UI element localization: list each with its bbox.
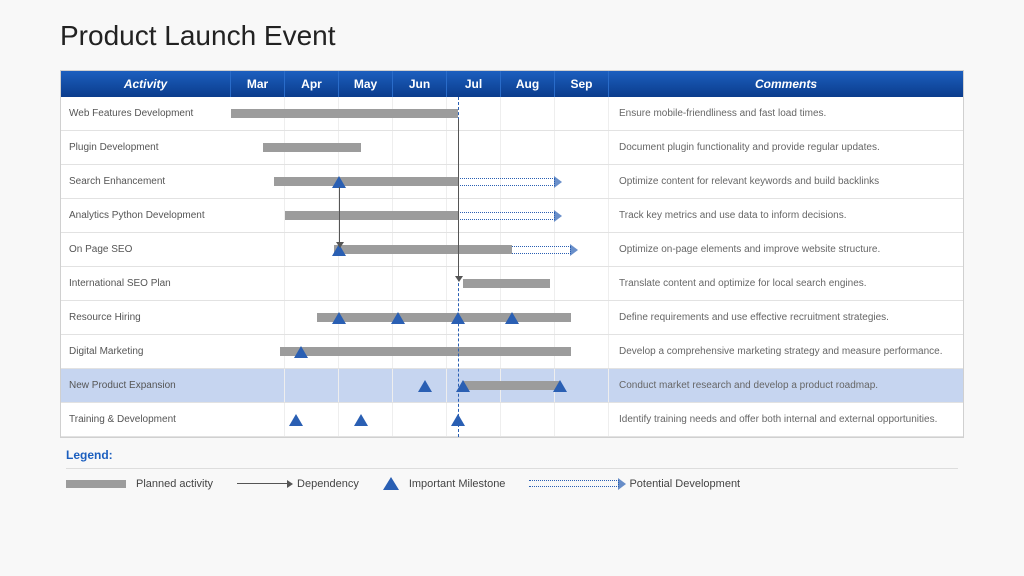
milestone-icon xyxy=(332,312,346,324)
dashed-arrow-icon xyxy=(529,480,619,487)
gantt-rows: Web Features Development Ensure mobile-fr… xyxy=(61,97,963,437)
timeline-cell xyxy=(231,369,609,402)
page-title: Product Launch Event xyxy=(60,20,964,52)
milestone-icon xyxy=(456,380,470,392)
timeline-cell xyxy=(231,131,609,164)
potential-arrow xyxy=(512,246,571,254)
gantt-bar xyxy=(274,177,458,186)
activity-label: Analytics Python Development xyxy=(61,206,231,226)
gantt-bar xyxy=(263,143,360,152)
activity-label: Plugin Development xyxy=(61,138,231,158)
legend-potential: Potential Development xyxy=(529,478,740,490)
comment-text: Document plugin functionality and provid… xyxy=(609,138,963,158)
timeline-cell xyxy=(231,335,609,368)
header-row: Activity Mar Apr May Jun Jul Aug Sep Com… xyxy=(61,71,963,97)
comment-text: Optimize content for relevant keywords a… xyxy=(609,172,963,192)
header-comments: Comments xyxy=(609,71,963,97)
legend-dependency: Dependency xyxy=(237,478,359,490)
header-month: Jun xyxy=(393,71,447,97)
legend-planned: Planned activity xyxy=(66,478,213,490)
legend-label: Planned activity xyxy=(136,478,213,490)
milestone-icon xyxy=(505,312,519,324)
header-month: May xyxy=(339,71,393,97)
activity-label: Search Enhancement xyxy=(61,172,231,192)
milestone-icon xyxy=(294,346,308,358)
header-month: Sep xyxy=(555,71,609,97)
arrow-icon xyxy=(237,483,287,484)
table-row: Training & Development Identify training … xyxy=(61,403,963,437)
legend-label: Important Milestone xyxy=(409,478,506,490)
timeline-cell xyxy=(231,199,609,232)
gantt-bar xyxy=(317,313,571,322)
bar-icon xyxy=(66,480,126,488)
triangle-icon xyxy=(383,477,399,490)
milestone-icon xyxy=(332,176,346,188)
legend-title: Legend: xyxy=(66,448,958,462)
comment-text: Track key metrics and use data to inform… xyxy=(609,206,963,226)
gantt-bar xyxy=(463,279,549,288)
gantt-bar xyxy=(334,245,512,254)
timeline-cell xyxy=(231,301,609,334)
milestone-icon xyxy=(451,414,465,426)
activity-label: Training & Development xyxy=(61,410,231,430)
activity-label: International SEO Plan xyxy=(61,274,231,294)
table-row: International SEO Plan Translate content … xyxy=(61,267,963,301)
comment-text: Translate content and optimize for local… xyxy=(609,274,963,294)
activity-label: Resource Hiring xyxy=(61,308,231,328)
comment-text: Identify training needs and offer both i… xyxy=(609,410,963,430)
gantt-bar xyxy=(463,381,560,390)
header-month: Mar xyxy=(231,71,285,97)
milestone-icon xyxy=(391,312,405,324)
timeline-cell xyxy=(231,267,609,300)
comment-text: Develop a comprehensive marketing strate… xyxy=(609,342,963,362)
table-row: On Page SEO Optimize on-page elements and… xyxy=(61,233,963,267)
timeline-cell xyxy=(231,233,609,266)
table-row: Plugin Development Document plugin functi… xyxy=(61,131,963,165)
timeline-cell xyxy=(231,165,609,198)
activity-label: Web Features Development xyxy=(61,104,231,124)
comment-text: Conduct market research and develop a pr… xyxy=(609,376,963,396)
milestone-icon xyxy=(289,414,303,426)
milestone-icon xyxy=(354,414,368,426)
header-activity: Activity xyxy=(61,71,231,97)
table-row: Resource Hiring Define requirements and u… xyxy=(61,301,963,335)
gantt-bar xyxy=(280,347,572,356)
milestone-icon xyxy=(418,380,432,392)
legend: Legend: Planned activity Dependency Impo… xyxy=(60,444,964,494)
table-row: Web Features Development Ensure mobile-fr… xyxy=(61,97,963,131)
table-row: Digital Marketing Develop a comprehensive… xyxy=(61,335,963,369)
gantt-chart: Activity Mar Apr May Jun Jul Aug Sep Com… xyxy=(60,70,964,438)
milestone-icon xyxy=(451,312,465,324)
activity-label: New Product Expansion xyxy=(61,376,231,396)
potential-arrow xyxy=(458,212,555,220)
comment-text: Ensure mobile-friendliness and fast load… xyxy=(609,104,963,124)
legend-label: Dependency xyxy=(297,478,359,490)
activity-label: Digital Marketing xyxy=(61,342,231,362)
gantt-bar xyxy=(231,109,458,118)
timeline-cell xyxy=(231,403,609,436)
timeline-cell xyxy=(231,97,609,130)
table-row: Analytics Python Development Track key me… xyxy=(61,199,963,233)
gantt-bar xyxy=(285,211,458,220)
potential-arrow xyxy=(458,178,555,186)
table-row: Search Enhancement Optimize content for r… xyxy=(61,165,963,199)
comment-text: Optimize on-page elements and improve we… xyxy=(609,240,963,260)
activity-label: On Page SEO xyxy=(61,240,231,260)
milestone-icon xyxy=(332,244,346,256)
legend-milestone: Important Milestone xyxy=(383,477,506,490)
table-row: New Product Expansion Conduct market rese… xyxy=(61,369,963,403)
legend-label: Potential Development xyxy=(629,478,740,490)
header-month: Apr xyxy=(285,71,339,97)
milestone-icon xyxy=(553,380,567,392)
comment-text: Define requirements and use effective re… xyxy=(609,308,963,328)
header-month: Aug xyxy=(501,71,555,97)
header-month: Jul xyxy=(447,71,501,97)
